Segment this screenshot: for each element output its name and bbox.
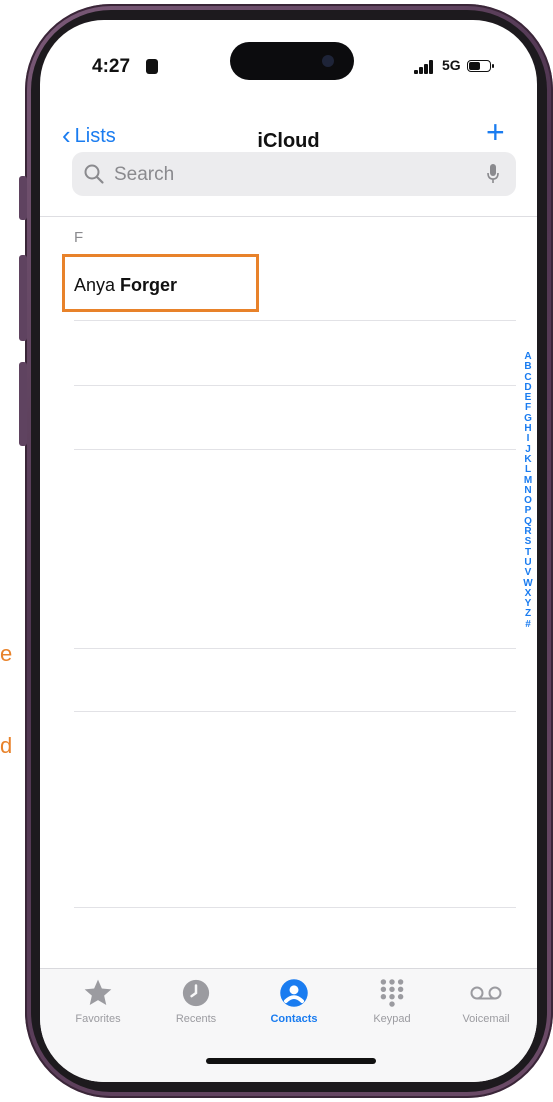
- index-letter[interactable]: #: [522, 619, 534, 630]
- annotation-text-line-2: d: [0, 733, 13, 758]
- home-indicator[interactable]: [206, 1058, 376, 1064]
- camera-icon: [322, 55, 334, 67]
- keypad-icon: [380, 979, 404, 1007]
- search-placeholder: Search: [114, 164, 175, 185]
- signal-icon: [414, 60, 436, 74]
- dynamic-island: [230, 42, 354, 80]
- action-button: [19, 176, 27, 220]
- phone-screen: 4:27 5G ‹ Lists iCloud + Search F Anya F…: [40, 20, 537, 1082]
- list-divider: [74, 648, 516, 649]
- star-icon: [84, 979, 112, 1005]
- tab-label: Recents: [175, 1013, 217, 1025]
- list-divider: [74, 449, 516, 450]
- search-icon: [84, 164, 104, 184]
- microphone-icon[interactable]: [486, 163, 500, 185]
- tab-favorites[interactable]: Favorites: [58, 977, 138, 1025]
- highlight-box: [62, 254, 259, 312]
- tab-keypad[interactable]: Keypad: [352, 977, 432, 1025]
- tab-recents[interactable]: Recents: [156, 977, 236, 1025]
- page-title: iCloud: [257, 130, 320, 152]
- tab-label: Contacts: [270, 1013, 318, 1025]
- tab-label: Favorites: [75, 1013, 121, 1025]
- volume-up-button: [19, 255, 27, 341]
- section-header: F: [74, 229, 84, 246]
- list-divider: [74, 711, 516, 712]
- network-type: 5G: [442, 57, 461, 73]
- person-circle-icon: [280, 979, 308, 1007]
- list-divider: [74, 385, 516, 386]
- tab-label: Keypad: [373, 1013, 411, 1025]
- alphabet-index[interactable]: A B C D E F G H I J K L M N O P Q R S T U V W X Y Z #: [522, 351, 534, 630]
- search-input[interactable]: Search: [72, 152, 516, 196]
- add-contact-button[interactable]: +: [486, 116, 505, 148]
- tab-bar: Favorites Recents Contacts Keypad Voicem…: [40, 968, 537, 1082]
- tab-voicemail[interactable]: Voicemail: [446, 977, 526, 1025]
- clock-icon: [182, 979, 210, 1007]
- volume-down-button: [19, 362, 27, 446]
- status-time: 4:27: [92, 56, 131, 77]
- annotation-text-line-1: e: [0, 641, 13, 666]
- header-divider: [40, 216, 537, 217]
- tab-contacts[interactable]: Contacts: [254, 977, 334, 1025]
- sim-icon: [146, 59, 158, 74]
- index-letter[interactable]: V: [522, 567, 534, 578]
- voicemail-icon: [470, 986, 502, 1000]
- battery-icon: [467, 60, 494, 72]
- list-divider: [74, 320, 516, 321]
- tab-label: Voicemail: [462, 1013, 510, 1025]
- list-divider: [74, 907, 516, 908]
